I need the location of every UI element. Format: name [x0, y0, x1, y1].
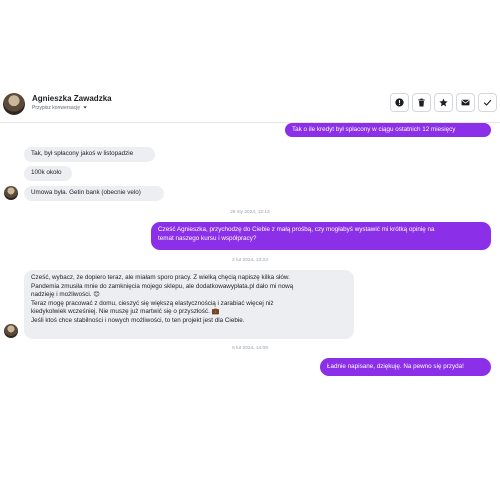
assign-label: Przypisz konwersację [32, 105, 81, 111]
message-text: temat naszego kursu i współpracy? [158, 234, 257, 242]
contact-avatar[interactable] [3, 93, 25, 115]
message-text: Tak, był spłacony jakoś w listopadzie [31, 150, 134, 157]
message-text: Jeśli ktoś chce stabilności i nowych moż… [31, 316, 245, 324]
info-button[interactable] [390, 93, 409, 112]
message-text: 100k około [31, 169, 62, 176]
info-icon [395, 98, 404, 107]
message-outgoing: Tak o ile kredyt był spłacony w ciągu os… [285, 123, 491, 137]
message-text: Cześć Agnieszka, przychodzę do Ciebie z … [158, 226, 435, 233]
star-icon [439, 98, 448, 107]
message-incoming: Cześć, wybacz, że dopiero teraz, ale mia… [24, 270, 354, 339]
check-icon [483, 99, 492, 106]
message-incoming: Tak, był spłacony jakoś w listopadzie [24, 147, 155, 162]
contact-avatar [4, 324, 18, 338]
message-incoming: 100k około [24, 166, 72, 181]
conversation-header: Agnieszka Zawadzka Przypisz konwersację … [0, 85, 500, 123]
timestamp: 2 lut 2024, 13:23 [232, 258, 268, 263]
chevron-down-icon: ⏷ [83, 105, 88, 111]
message-text: Teraz mogę pracować z domu, cieszyć się … [31, 299, 274, 307]
contact-name[interactable]: Agnieszka Zawadzka [32, 94, 112, 103]
message-text: Tak o ile kredyt był spłacony w ciągu os… [292, 126, 456, 133]
message-text: kiedykolwiek wcześniej. Nie muszę już ma… [31, 308, 220, 316]
delete-button[interactable] [412, 93, 431, 112]
assign-conversation-dropdown[interactable]: Przypisz konwersację ⏷ [32, 105, 87, 111]
message-text: Umowa była. Getin bank (obecnie velo) [31, 189, 141, 196]
message-text: nadzieję i możliwości. 😊 [31, 291, 100, 299]
timestamp: 26 sty 2024, 12:13 [230, 210, 270, 215]
mark-done-button[interactable] [478, 93, 497, 112]
message-text: Pandemia zmusiła mnie do zamknięcia moje… [31, 282, 294, 290]
trash-icon [418, 98, 425, 107]
message-text: Ładnie napisane, dziękuję. Na pewno się … [327, 363, 464, 370]
mail-button[interactable] [456, 93, 475, 112]
message-incoming: Umowa była. Getin bank (obecnie velo) [24, 186, 164, 201]
message-outgoing: Cześć Agnieszka, przychodzę do Ciebie z … [151, 222, 491, 250]
timestamp: 5 lut 2024, 14:09 [232, 346, 268, 351]
header-actions [390, 93, 497, 112]
message-text: Cześć, wybacz, że dopiero teraz, ale mia… [31, 274, 290, 281]
star-button[interactable] [434, 93, 453, 112]
mail-icon [461, 99, 470, 106]
contact-avatar [4, 186, 18, 200]
message-outgoing: Ładnie napisane, dziękuję. Na pewno się … [320, 358, 491, 376]
